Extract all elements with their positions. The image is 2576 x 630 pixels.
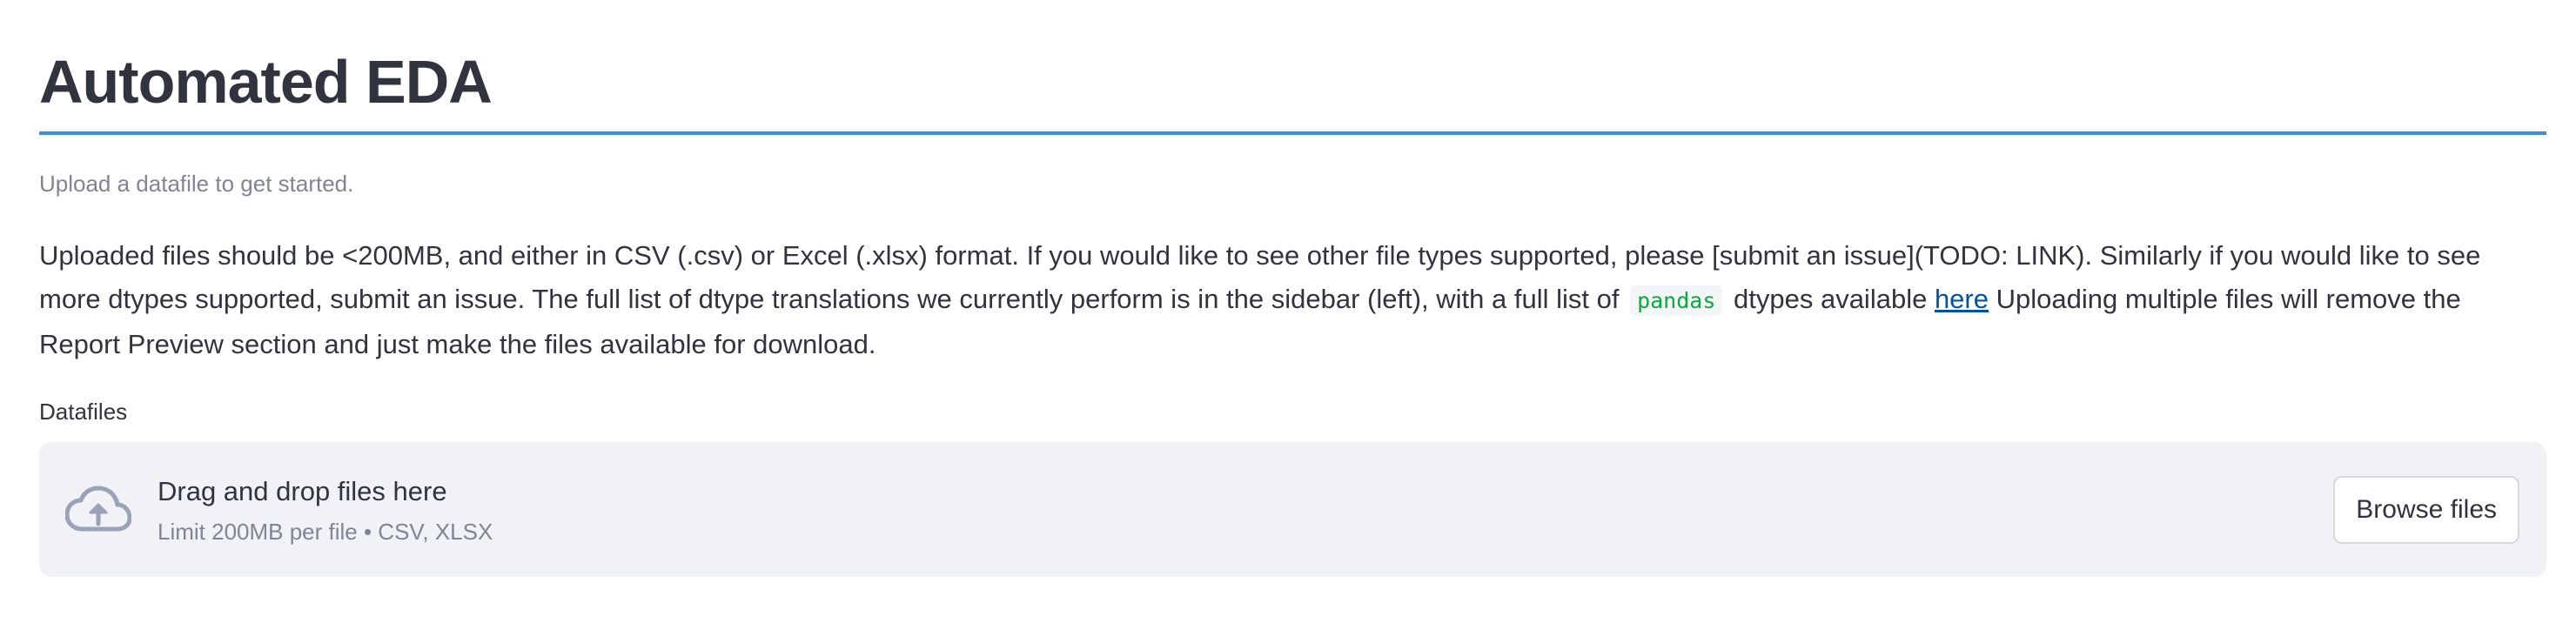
inline-code-pandas: pandas <box>1630 285 1723 316</box>
dropzone-instructions: Drag and drop files here Limit 200MB per… <box>158 473 493 546</box>
browse-files-button[interactable]: Browse files <box>2333 476 2519 544</box>
cloud-upload-icon <box>65 486 131 532</box>
uploader-label: Datafiles <box>39 399 128 425</box>
dropzone-limit: Limit 200MB per file • CSV, XLSX <box>158 519 493 545</box>
caption: Upload a datafile to get started. <box>39 171 354 197</box>
file-dropzone[interactable]: Drag and drop files here Limit 200MB per… <box>39 442 2546 577</box>
main-content: Automated EDA Upload a datafile to get s… <box>39 0 2546 577</box>
dropzone-title: Drag and drop files here <box>158 476 447 506</box>
dtypes-link[interactable]: here <box>1935 284 1989 314</box>
description-paragraph: Uploaded files should be <200MB, and eit… <box>39 234 2546 366</box>
page-title: Automated EDA <box>39 48 493 116</box>
title-divider <box>39 131 2546 135</box>
description-text-2: dtypes available <box>1726 284 1935 314</box>
